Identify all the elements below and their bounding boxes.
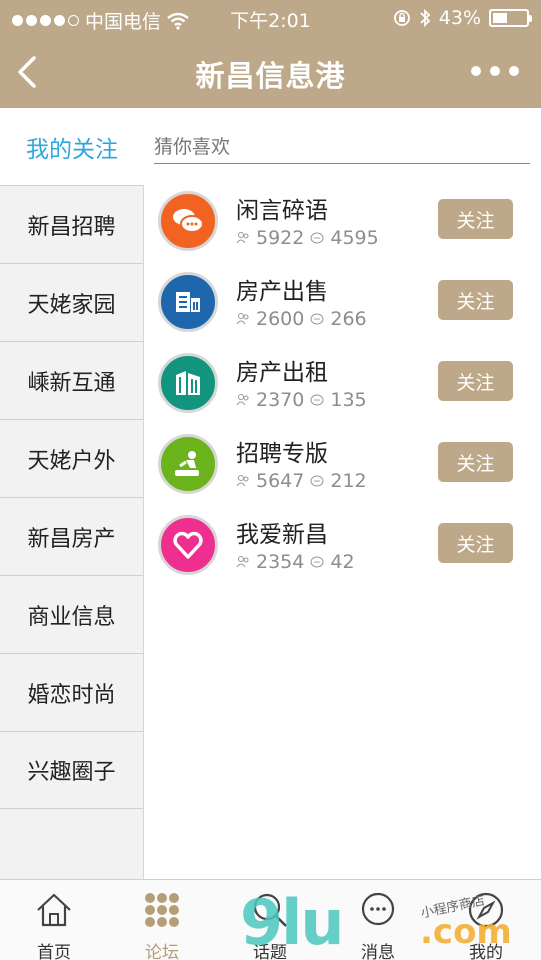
list-item[interactable]: 招聘专版 5647 212 关注 <box>144 424 541 505</box>
top-bar: 中国电信 下午2:01 43% 新昌信息港 <box>0 0 541 108</box>
forum-name: 我爱新昌 <box>236 522 328 548</box>
members-icon <box>236 313 249 325</box>
towers-icon <box>176 371 200 395</box>
chat-bubbles-icon <box>173 209 204 233</box>
sidebar-item-my-follows[interactable]: 我的关注 <box>0 108 144 185</box>
bluetooth-icon <box>420 8 431 28</box>
members-icon <box>236 556 249 568</box>
forum-avatar <box>158 353 218 413</box>
forum-name: 招聘专版 <box>236 441 328 467</box>
forum-stats: 5922 4595 <box>236 227 379 249</box>
list-item[interactable]: 闲言碎语 5922 4595 关注 <box>144 181 541 262</box>
forum-avatar <box>158 191 218 251</box>
forum-name: 闲言碎语 <box>236 198 328 224</box>
follow-button[interactable]: 关注 <box>438 199 513 239</box>
tab-label: 首页 <box>37 943 71 960</box>
sidebar: 我的关注 新昌招聘 天姥家园 嵊新互通 天姥户外 新昌房产 商业信息 婚恋时尚 … <box>0 108 144 879</box>
worker-icon <box>175 451 199 476</box>
more-dots-icon[interactable] <box>471 66 519 76</box>
post-count: 266 <box>330 308 367 330</box>
sidebar-item[interactable]: 新昌房产 <box>0 497 143 575</box>
member-count: 2354 <box>256 551 305 573</box>
battery-icon <box>489 9 532 27</box>
list-item[interactable]: 房产出租 2370 135 关注 <box>144 343 541 424</box>
list-item[interactable]: 我爱新昌 2354 42 关注 <box>144 505 541 586</box>
forum-name: 房产出售 <box>236 279 328 305</box>
posts-icon <box>310 475 324 487</box>
follow-button[interactable]: 关注 <box>438 361 513 401</box>
member-count: 5922 <box>256 227 305 249</box>
forum-avatar <box>158 515 218 575</box>
status-right: 43% <box>393 7 532 29</box>
forum-avatar <box>158 272 218 332</box>
forum-stats: 2354 42 <box>236 551 355 573</box>
member-count: 2600 <box>256 308 305 330</box>
follow-button[interactable]: 关注 <box>438 442 513 482</box>
forum-stats: 2600 266 <box>236 308 367 330</box>
page-title: 新昌信息港 <box>195 59 346 93</box>
sidebar-item[interactable]: 婚恋时尚 <box>0 653 143 731</box>
posts-icon <box>310 232 324 244</box>
home-icon <box>37 893 71 927</box>
nav-bar: 新昌信息港 <box>0 36 541 108</box>
posts-icon <box>310 313 324 325</box>
sidebar-item[interactable]: 天姥家园 <box>0 263 143 341</box>
posts-icon <box>310 394 324 406</box>
post-count: 212 <box>330 470 367 492</box>
tab-home[interactable]: 首页 <box>0 880 108 960</box>
members-icon <box>236 232 249 244</box>
sidebar-item[interactable]: 新昌招聘 <box>0 185 143 263</box>
follow-button[interactable]: 关注 <box>438 523 513 563</box>
sidebar-item[interactable]: 天姥户外 <box>0 419 143 497</box>
sidebar-item[interactable]: 兴趣圈子 <box>0 731 143 809</box>
watermark-logo: 9lu <box>240 886 345 959</box>
status-bar: 中国电信 下午2:01 43% <box>0 0 541 36</box>
battery-percent: 43% <box>438 7 481 29</box>
tab-label: 论坛 <box>145 943 179 960</box>
forum-stats: 2370 135 <box>236 389 367 411</box>
members-icon <box>236 394 249 406</box>
member-count: 2370 <box>256 389 305 411</box>
building-icon <box>176 292 200 312</box>
forum-name: 房产出租 <box>236 360 328 386</box>
grid-dots-icon <box>145 893 179 927</box>
forum-stats: 5647 212 <box>236 470 367 492</box>
forum-list-panel: 猜你喜欢 闲言碎语 5922 4595 关注 房产出售 2600 266 关注 … <box>144 108 541 879</box>
heart-icon <box>173 531 203 559</box>
forum-avatar <box>158 434 218 494</box>
member-count: 5647 <box>256 470 305 492</box>
section-label: 猜你喜欢 <box>154 122 530 164</box>
sidebar-item[interactable]: 嵊新互通 <box>0 341 143 419</box>
tab-forum[interactable]: 论坛 <box>108 880 216 960</box>
follow-button[interactable]: 关注 <box>438 280 513 320</box>
post-count: 135 <box>330 389 367 411</box>
posts-icon <box>310 556 324 568</box>
orientation-lock-icon <box>393 10 410 26</box>
members-icon <box>236 475 249 487</box>
sidebar-item[interactable]: 商业信息 <box>0 575 143 653</box>
post-count: 42 <box>330 551 355 573</box>
message-icon <box>361 892 395 926</box>
post-count: 4595 <box>330 227 379 249</box>
list-item[interactable]: 房产出售 2600 266 关注 <box>144 262 541 343</box>
